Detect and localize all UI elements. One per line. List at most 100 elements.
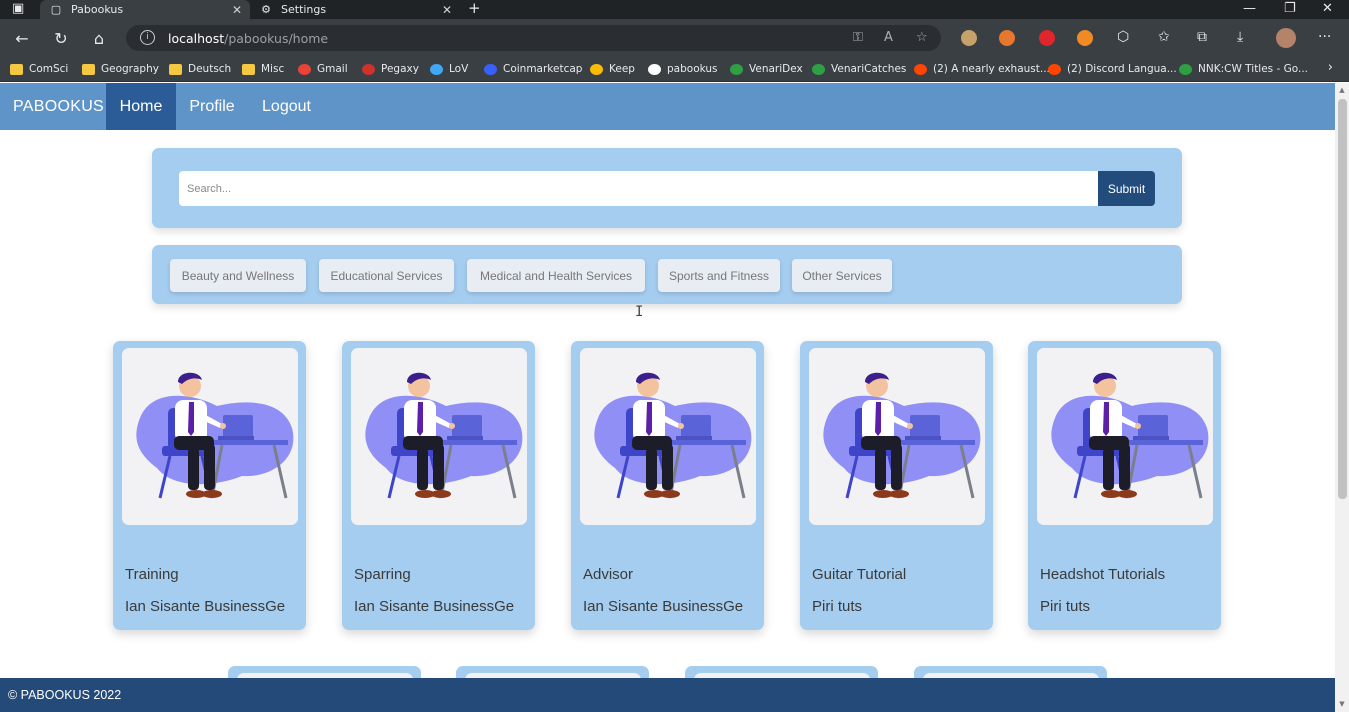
folder-icon [242,63,255,75]
service-card[interactable]: Advisor Ian Sisante BusinessGe [571,341,764,630]
extension-icon[interactable] [961,30,977,46]
favorites-icon[interactable]: ✩ [1158,29,1170,45]
bookmark-item[interactable]: Geography [82,62,159,76]
bookmark-item[interactable]: Deutsch [169,62,231,76]
home-icon[interactable]: ⌂ [89,28,109,48]
reddit-icon [1048,63,1061,75]
key-icon[interactable]: ⚿ [853,30,863,45]
chevron-right-icon[interactable]: › [1328,60,1333,75]
bookmarks-bar: › ComSci Geography Deutsch Misc Gmail Pegaxy L… [0,56,1349,82]
bookmark-item[interactable]: (2) A nearly exhaust... [914,62,1050,76]
tab-actions-icon[interactable]: ▣ [12,0,24,17]
scroll-up-icon[interactable]: ▲ [1338,86,1346,94]
extension-icon[interactable] [1077,30,1093,46]
restore-icon[interactable]: ❐ [1284,0,1296,17]
service-illustration [122,348,298,525]
bookmark-label: Gmail [317,63,348,75]
bookmark-label: ComSci [29,63,69,75]
bookmark-item[interactable]: VenariCatches [812,62,906,76]
search-input[interactable] [179,171,1099,206]
bookmark-label: Deutsch [188,63,232,75]
plus-icon [812,63,825,75]
folder-icon [10,63,23,75]
new-tab-button[interactable]: + [468,0,481,17]
bookmark-label: LoV [449,63,469,75]
category-button-medical[interactable]: Medical and Health Services [467,259,645,292]
site-navbar: PABOOKUS Home Profile Logout [0,83,1335,130]
page-viewport: PABOOKUS Home Profile Logout Submit Beau… [0,83,1335,712]
bookmark-label: Misc [261,63,285,75]
bookmark-item[interactable]: (2) Discord Langua... [1048,62,1177,76]
tab-pabookus[interactable]: ▢ Pabookus ✕ [40,0,250,19]
globe-icon [430,63,443,75]
bookmark-label: (2) Discord Langua... [1067,63,1177,75]
url-field[interactable]: i localhost/pabookus/home ⚿ A ☆ [126,25,941,51]
keep-icon [590,63,603,75]
refresh-icon[interactable]: ↻ [51,28,71,48]
bookmark-item[interactable]: VenariDex [730,62,803,76]
url-text: localhost/pabookus/home [168,31,329,46]
bookmark-item[interactable]: NNK:CW Titles - Go... [1179,62,1308,76]
bookmark-item[interactable]: Coinmarketcap [484,62,582,76]
bookmark-item[interactable]: Keep [590,62,635,76]
bookmark-label: VenariDex [749,63,803,75]
service-card[interactable]: Training Ian Sisante BusinessGe [113,341,306,630]
extension-icon[interactable] [999,30,1015,46]
bookmark-label: Coinmarketcap [503,63,583,75]
brand-logo[interactable]: PABOOKUS [13,98,104,116]
service-card[interactable]: Sparring Ian Sisante BusinessGe [342,341,535,630]
close-icon[interactable]: ✕ [442,3,452,17]
avatar[interactable] [1276,28,1296,48]
plus-icon [1179,63,1192,75]
service-owner: Ian Sisante BusinessGe [583,598,744,615]
service-illustration [809,348,985,525]
bookmark-item[interactable]: Pegaxy [362,62,419,76]
minimize-icon[interactable]: — [1243,0,1256,17]
coinmarketcap-icon [484,63,497,75]
bookmark-item[interactable]: pabookus [648,62,718,76]
read-aloud-icon[interactable]: A [884,30,893,45]
collections-icon[interactable]: ⧉ [1197,29,1207,45]
close-icon[interactable]: ✕ [232,3,242,17]
nav-link-logout[interactable]: Logout [253,83,320,130]
extension-icon[interactable] [1039,30,1055,46]
bookmark-item[interactable]: LoV [430,62,468,76]
page-icon: ▢ [50,3,62,16]
page-scrollbar[interactable]: ▲ ▼ [1335,83,1349,712]
search-panel: Submit [152,148,1182,228]
more-menu-icon[interactable]: ··· [1318,29,1331,45]
favorite-icon[interactable]: ☆ [916,30,928,45]
bookmark-item[interactable]: Misc [242,62,284,76]
scroll-down-icon[interactable]: ▼ [1338,700,1346,708]
service-card[interactable]: Headshot Tutorials Piri tuts [1028,341,1221,630]
address-bar-row: ← ↻ ⌂ i localhost/pabookus/home ⚿ A ☆ ⬡ … [0,19,1349,56]
back-icon[interactable]: ← [12,28,32,48]
bookmark-label: VenariCatches [831,63,907,75]
nav-link-profile[interactable]: Profile [181,83,243,130]
window-close-icon[interactable]: ✕ [1322,0,1333,17]
category-button-sports[interactable]: Sports and Fitness [658,259,780,292]
category-button-educational[interactable]: Educational Services [319,259,454,292]
bookmark-label: Keep [609,63,635,75]
category-button-other[interactable]: Other Services [792,259,892,292]
nav-link-home[interactable]: Home [106,83,176,130]
site-info-icon[interactable]: i [140,30,155,45]
service-owner: Ian Sisante BusinessGe [354,598,515,615]
service-card[interactable]: Guitar Tutorial Piri tuts [800,341,993,630]
folder-icon [169,63,182,75]
bookmark-label: Geography [101,63,159,75]
service-illustration [580,348,756,525]
gear-icon: ⚙ [261,3,271,16]
gmail-icon [298,63,311,75]
tab-settings[interactable]: ⚙ Settings ✕ [252,0,460,19]
submit-button[interactable]: Submit [1098,171,1155,206]
bookmark-label: (2) A nearly exhaust... [933,63,1050,75]
download-icon[interactable]: ⤓ [1237,29,1243,45]
text-cursor: I [635,304,644,320]
category-button-beauty[interactable]: Beauty and Wellness [170,259,306,292]
service-title: Sparring [354,566,411,583]
extensions-icon[interactable]: ⬡ [1117,29,1129,45]
bookmark-item[interactable]: Gmail [298,62,348,76]
bookmark-item[interactable]: ComSci [10,62,68,76]
scroll-thumb[interactable] [1338,99,1347,499]
